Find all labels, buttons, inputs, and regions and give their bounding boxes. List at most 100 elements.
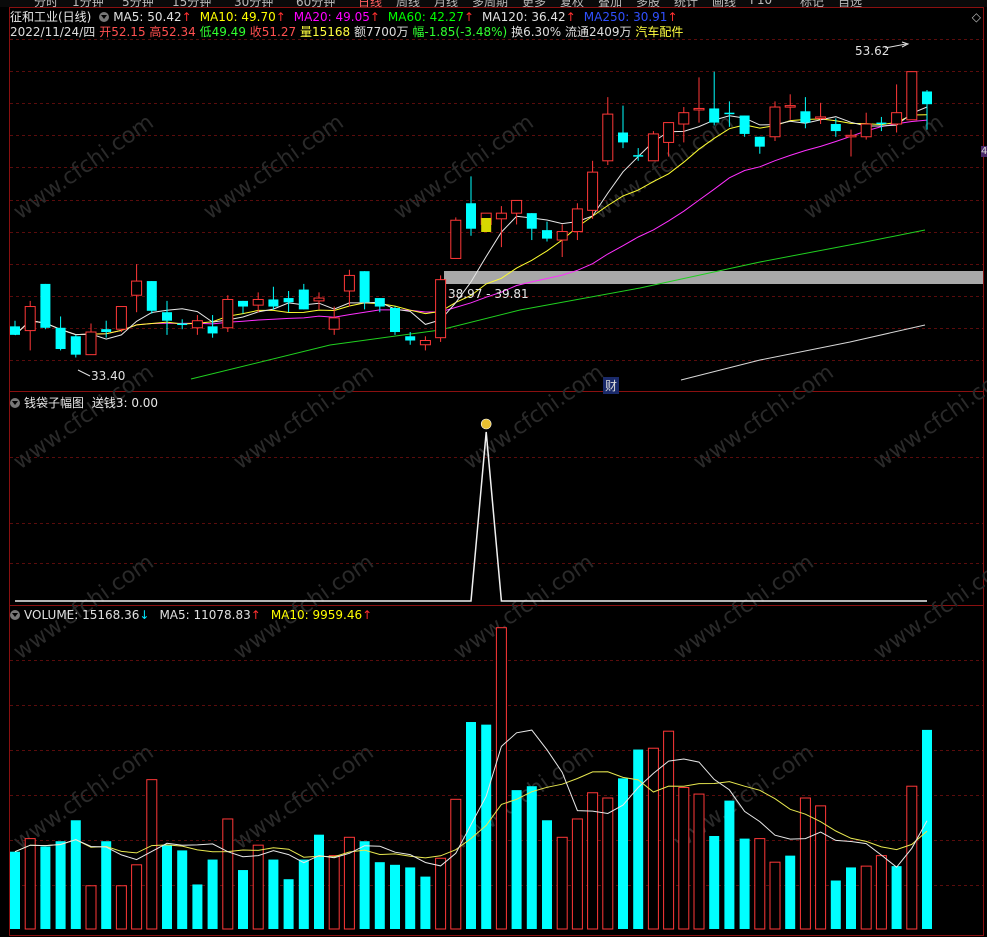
volume-panel-header: VOLUME: 15168.36↓ MA5: 11078.83↑ MA10: 995… [10,608,386,622]
right-edge-marker: 4 [981,146,987,157]
candle-body-up [495,212,507,220]
volume-bar-up [556,836,568,930]
trend-arrow-icon: ↑ [667,10,678,24]
candle-body-up [587,171,599,211]
volume-bar-down [709,835,720,929]
volume-bar-down [633,749,644,929]
info-high: 高52.34 [149,25,196,39]
candle-body-up [860,123,872,138]
info-amount: 额7700万 [353,25,409,39]
volume-bar-up [328,855,340,930]
volume-bar-up [693,793,705,930]
candle-body-up [419,340,431,346]
expand-icon[interactable]: ◇ [972,10,981,24]
candle-body-up [85,331,97,356]
volume-bar-down [922,729,932,929]
candle-body-down [876,122,887,125]
watermark-text: www.cfchi.com [229,360,378,475]
volume-bar-down [405,867,416,929]
trend-arrow-icon: ↑ [369,10,380,24]
indicator-value: 送钱3: 0.00 [91,396,159,410]
volume-bar-down [511,790,522,929]
ma-legend-0: MA5: 50.42 [113,10,182,24]
volume-bar-down [162,845,172,929]
volume-bar-down [390,864,400,929]
candle-body-down [526,213,537,229]
volume-bar-down [481,724,492,929]
candle-body-down [146,281,157,311]
volume-bar-down [101,841,112,929]
volume-bar-down [55,841,66,929]
high-price-label: 53.62 [855,44,890,58]
volume-dropdown-icon[interactable] [10,610,20,620]
candle-body-down [70,336,81,355]
candle-body-down [374,298,385,307]
candle-body-up [222,298,234,329]
settings-dropdown-icon[interactable] [99,12,110,22]
candle-body-down [359,271,370,303]
info-close: 收51.27 [249,25,297,39]
candle-body-up [556,231,568,241]
volume-bar-up [678,787,690,930]
ma-legend-3: MA60: 42.27 [387,10,464,24]
candle-body-down [618,132,628,143]
finance-marker[interactable]: 财 [603,377,620,394]
ma-legend-5: MA250: 30.91 [583,10,668,24]
stock-title: 征和工业(日线) [10,10,92,24]
volume-legend: VOLUME: 15168.36↓ MA5: 11078.83↑ MA10: 995… [24,608,382,622]
info-low: 低49.49 [199,25,246,39]
ma-legend-4: MA120: 36.42 [482,10,566,24]
watermark-text: www.cfchi.com [669,740,818,855]
trend-arrow-icon: ↑ [565,10,576,24]
candle-body-down [298,289,309,310]
candle-body-up [328,317,340,330]
volume-bar-down [542,820,552,929]
candle-body-down [207,326,218,334]
candle-body-down [238,300,248,307]
candle-body-up [571,208,583,233]
volume-bar-down [785,855,796,929]
info-sector[interactable]: 汽车配件 [635,25,683,39]
candle-body-up [115,306,127,330]
volume-bar-down [830,880,841,929]
volume-bar-up [799,797,811,930]
watermark-text: www.cfchi.com [229,740,378,855]
ohlc-info: 2022/11/24/四 开52.15 高52.34 低49.49 收51.27 … [10,25,687,39]
volume-bar-down [724,800,735,929]
volume-bar-down [283,879,294,929]
trend-arrow-icon: ↓ [139,608,150,622]
candle-body-up [191,320,203,329]
volume-bar-down [359,841,370,929]
candle-body-up [663,122,675,143]
indicator-dropdown-icon[interactable] [10,398,20,408]
candle-body-down [55,327,66,349]
candle-body-down [542,230,552,239]
volume-bar-down [238,870,248,929]
candle-body-down [101,329,112,333]
trend-arrow-icon: ↑ [181,10,192,24]
volume-bar-up [24,838,36,930]
info-open: 开52.15 [99,25,146,39]
info-date: 2022/11/24/四 [10,25,96,39]
trend-arrow-icon: ↑ [463,10,475,24]
candle-body-down [830,124,841,132]
trend-arrow-icon: ↑ [362,608,373,622]
ma-legend-2: MA20: 49.05 [293,10,370,24]
watermark-text: www.cfchi.com [669,550,818,665]
volume-bar-down [298,859,309,929]
volume-bar-up [222,818,234,930]
candle-body-up [450,219,462,259]
candle-body-down [754,136,765,147]
candle-body-down [177,323,188,326]
stock-chart: www.cfchi.com www.cfchi.com www.cfchi.com w… [9,7,987,936]
ma-legend-1: MA10: 49.70 [199,10,276,24]
candle-highlight [481,218,492,232]
info-change: 幅-1.85(-3.48%) [412,25,508,39]
watermark-text: www.cfchi.com [9,740,158,855]
volume-bar-up [450,798,462,930]
volume-bar-up [435,857,447,930]
trend-arrow-icon: ↑ [250,608,261,622]
volume-legend-volume: VOLUME: 15168.36 [24,608,140,622]
candle-body-down [268,299,279,307]
info-float: 流通2409万 [565,25,632,39]
